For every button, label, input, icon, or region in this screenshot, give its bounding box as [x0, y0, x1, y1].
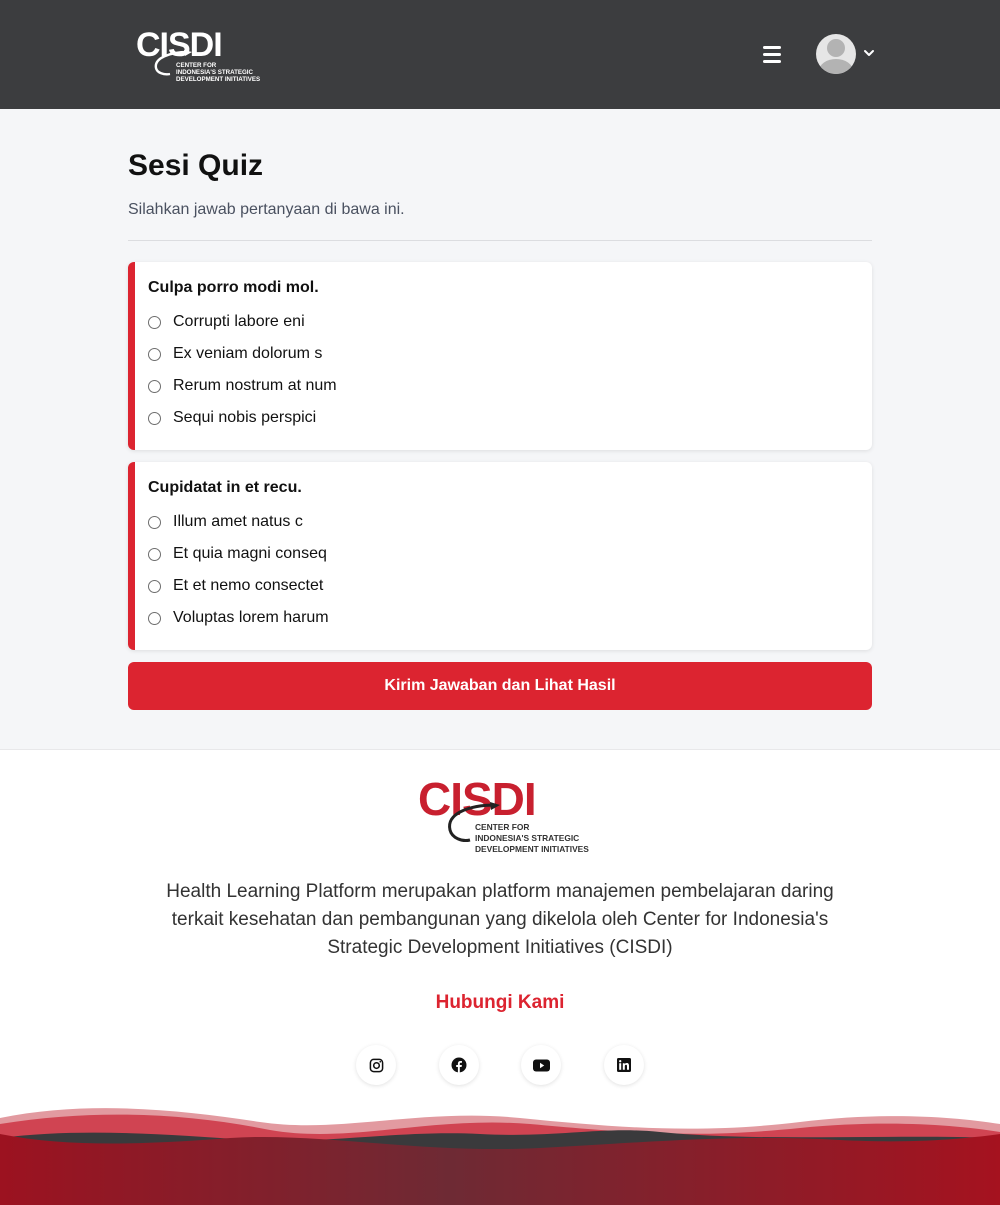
radio-button[interactable]: [148, 515, 161, 529]
user-avatar-icon[interactable]: [816, 34, 856, 74]
answer-label: Voluptas lorem harum: [173, 609, 329, 626]
answer-label: Rerum nostrum at num: [173, 377, 337, 394]
footer: CISDI CENTER FOR INDONESIA'S STRATEGIC D…: [0, 749, 1000, 1205]
answer-option[interactable]: Et quia magni conseq: [148, 544, 327, 564]
radio-button[interactable]: [148, 379, 161, 393]
hamburger-icon[interactable]: [763, 46, 783, 64]
answer-label: Ex veniam dolorum s: [173, 345, 323, 362]
answer-option[interactable]: Et et nemo consectet: [148, 576, 323, 596]
answer-label: Et quia magni conseq: [173, 545, 327, 562]
chevron-down-icon[interactable]: [863, 47, 875, 59]
cisdi-logo[interactable]: CISDI CENTER FOR INDONESIA'S STRATEGIC D…: [136, 28, 260, 84]
logo-tagline: CENTER FOR INDONESIA'S STRATEGIC DEVELOP…: [176, 62, 261, 83]
answer-label: Et et nemo consectet: [173, 577, 324, 594]
contact-us-link[interactable]: Hubungi Kami: [0, 992, 1000, 1014]
question-card: Culpa porro modi mol. Corrupti labore en…: [128, 262, 872, 450]
radio-button[interactable]: [148, 611, 161, 625]
page-subtitle: Silahkan jawab pertanyaan di bawa ini.: [128, 201, 405, 218]
answer-option[interactable]: Sequi nobis perspici: [148, 408, 316, 428]
radio-button[interactable]: [148, 411, 161, 425]
footer-cisdi-logo: CISDI CENTER FOR INDONESIA'S STRATEGIC D…: [418, 776, 589, 854]
answer-label: Corrupti labore eni: [173, 313, 305, 330]
radio-button[interactable]: [148, 579, 161, 593]
answer-option[interactable]: Ex veniam dolorum s: [148, 344, 322, 364]
radio-button[interactable]: [148, 347, 161, 361]
facebook-icon[interactable]: [439, 1045, 479, 1085]
top-navbar: CISDI CENTER FOR INDONESIA'S STRATEGIC D…: [0, 0, 1000, 109]
answer-option[interactable]: Illum amet natus c: [148, 512, 303, 532]
linkedin-icon[interactable]: [604, 1045, 644, 1085]
divider: [128, 240, 872, 241]
answer-label: Sequi nobis perspici: [173, 409, 317, 426]
question-card: Cupidatat in et recu. Illum amet natus c…: [128, 462, 872, 650]
instagram-icon[interactable]: [356, 1045, 396, 1085]
answer-option[interactable]: Rerum nostrum at num: [148, 376, 337, 396]
platform-description: Health Learning Platform merupakan platf…: [166, 881, 834, 958]
footer-logo-tagline: CENTER FOR INDONESIA'S STRATEGIC DEVELOP…: [475, 822, 589, 854]
radio-button[interactable]: [148, 547, 161, 561]
answer-label: Illum amet natus c: [173, 513, 303, 530]
answer-option[interactable]: Voluptas lorem harum: [148, 608, 329, 628]
youtube-icon[interactable]: [521, 1045, 561, 1085]
question-text: Culpa porro modi mol.: [148, 279, 319, 296]
page-title: Sesi Quiz: [128, 149, 264, 182]
submit-answers-button[interactable]: Kirim Jawaban dan Lihat Hasil: [128, 662, 872, 710]
question-text: Cupidatat in et recu.: [148, 479, 302, 496]
answer-option[interactable]: Corrupti labore eni: [148, 312, 305, 332]
footer-wave-decoration: [0, 1108, 1000, 1205]
radio-button[interactable]: [148, 315, 161, 329]
